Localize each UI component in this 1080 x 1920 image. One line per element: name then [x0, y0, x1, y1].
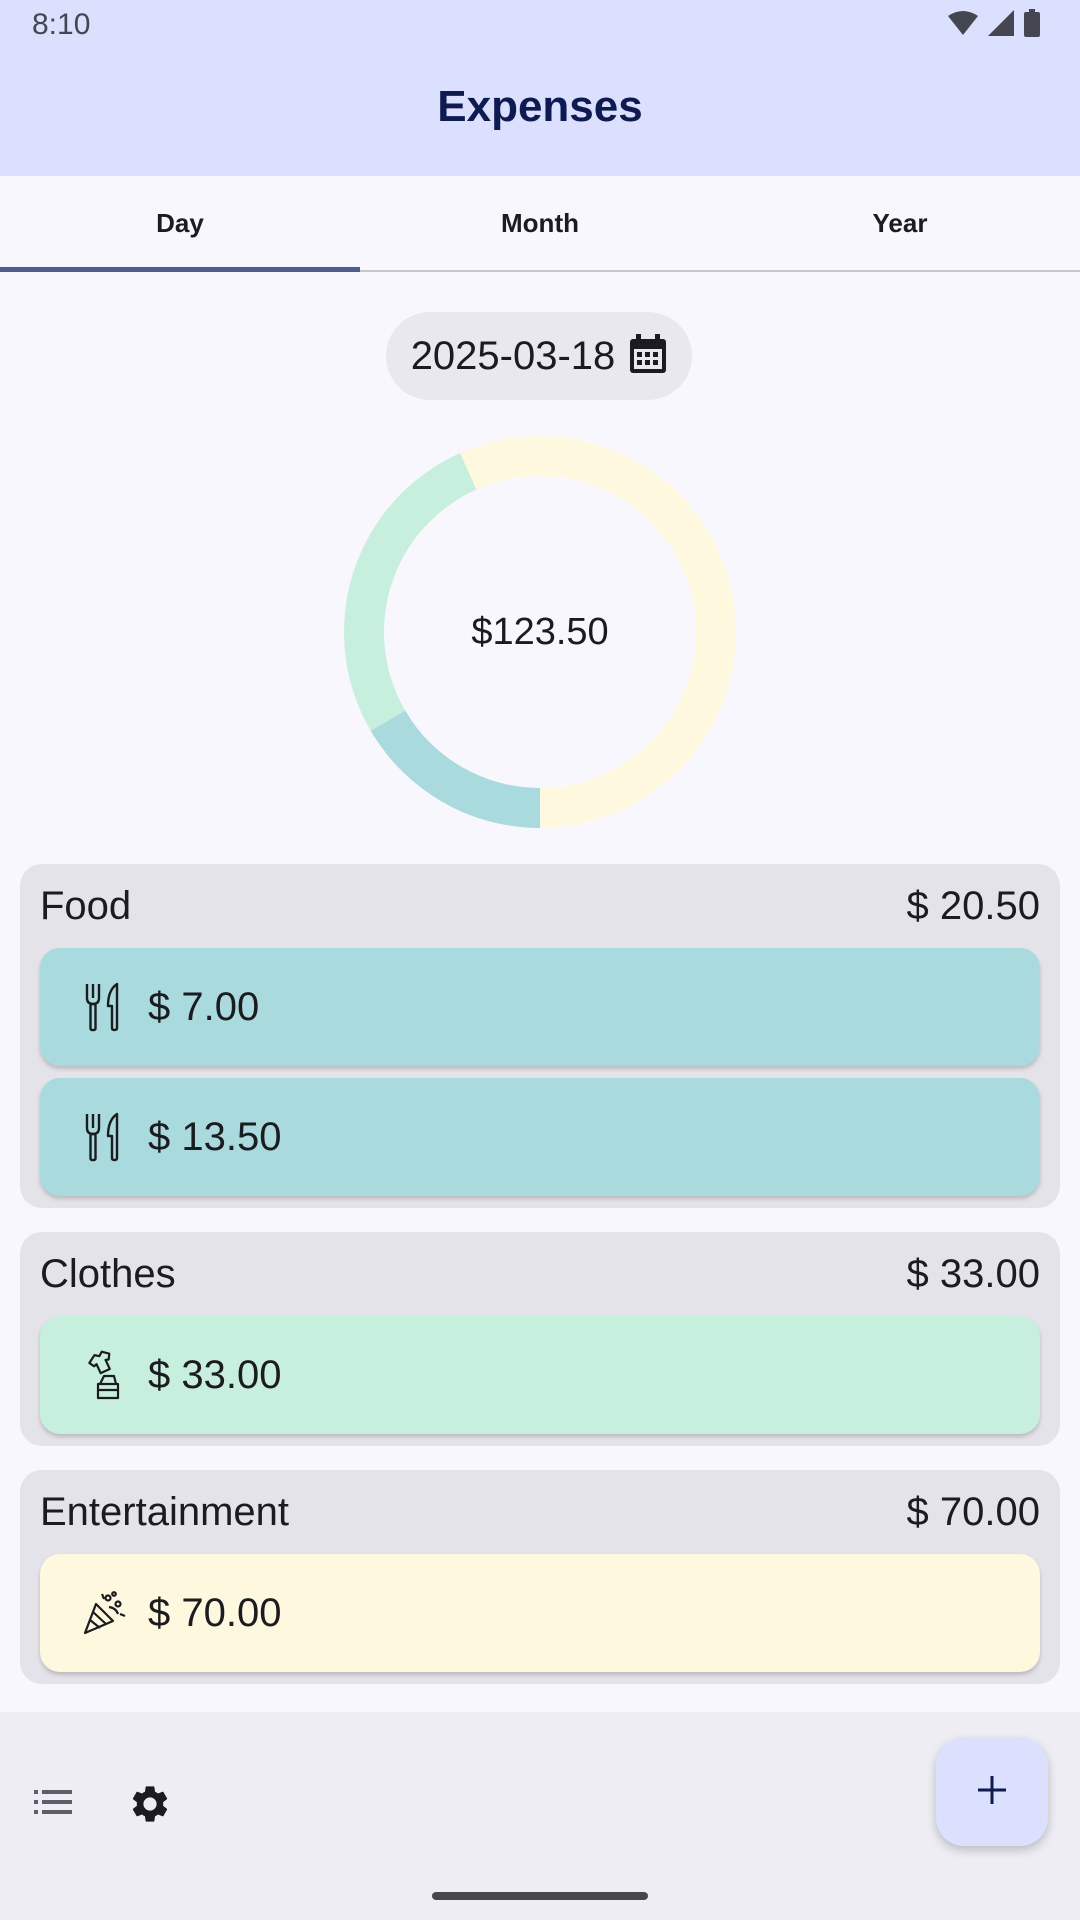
- status-time: 8:10: [32, 8, 91, 41]
- expense-item[interactable]: $ 70.00: [40, 1554, 1040, 1672]
- category-total: $ 33.00: [906, 1251, 1040, 1296]
- category-total: $ 70.00: [906, 1489, 1040, 1534]
- list-icon[interactable]: [34, 1788, 74, 1821]
- expenses-screen: 8:10 Expenses Day Month Year 2025-03-18: [0, 0, 1080, 1920]
- status-icons: [948, 8, 1040, 42]
- category-card-food: Food $ 20.50 $ 7.00 $ 13.50: [20, 864, 1060, 1208]
- expense-amount: $ 33.00: [148, 1352, 282, 1397]
- tab-day[interactable]: Day: [0, 176, 360, 272]
- selected-date: 2025-03-18: [410, 333, 616, 378]
- category-name: Food: [40, 883, 132, 928]
- home-indicator: [432, 1892, 648, 1900]
- expense-item[interactable]: $ 13.50: [40, 1078, 1040, 1196]
- calendar-icon: [629, 333, 667, 379]
- top-app-bar: 8:10 Expenses: [0, 0, 1080, 176]
- date-picker-button[interactable]: 2025-03-18: [386, 312, 692, 400]
- period-tabs: Day Month Year: [0, 176, 1080, 272]
- battery-icon: [1024, 8, 1040, 42]
- category-name: Entertainment: [40, 1489, 290, 1534]
- tab-year[interactable]: Year: [720, 176, 1080, 270]
- party-popper-icon: [82, 1588, 126, 1638]
- page-title: Expenses: [437, 82, 643, 131]
- expense-item[interactable]: $ 33.00: [40, 1316, 1040, 1434]
- cell-signal-icon: [988, 9, 1014, 41]
- settings-gear-icon[interactable]: [128, 1782, 172, 1831]
- category-header: Food $ 20.50: [40, 864, 1040, 948]
- chart-total-label: $123.50: [471, 610, 609, 653]
- add-expense-button[interactable]: [936, 1738, 1048, 1846]
- category-total: $ 20.50: [906, 883, 1040, 928]
- add-icon: [976, 1774, 1008, 1811]
- category-header: Clothes $ 33.00: [40, 1232, 1040, 1316]
- category-name: Clothes: [40, 1251, 176, 1296]
- wifi-icon: [948, 10, 978, 41]
- expense-amount: $ 13.50: [148, 1114, 282, 1159]
- fork-knife-icon: [82, 1112, 126, 1162]
- expense-amount: $ 7.00: [148, 984, 260, 1029]
- category-header: Entertainment $ 70.00: [40, 1470, 1040, 1554]
- expense-item[interactable]: $ 7.00: [40, 948, 1040, 1066]
- fork-knife-icon: [82, 982, 126, 1032]
- clothes-icon: [82, 1350, 126, 1400]
- bottom-app-bar: [0, 1712, 1080, 1920]
- category-card-entertainment: Entertainment $ 70.00 $ 70.00: [20, 1470, 1060, 1684]
- expense-amount: $ 70.00: [148, 1590, 282, 1635]
- tab-month[interactable]: Month: [360, 176, 720, 270]
- category-card-clothes: Clothes $ 33.00 $ 33.00: [20, 1232, 1060, 1446]
- expense-donut-chart: $123.50: [340, 432, 740, 832]
